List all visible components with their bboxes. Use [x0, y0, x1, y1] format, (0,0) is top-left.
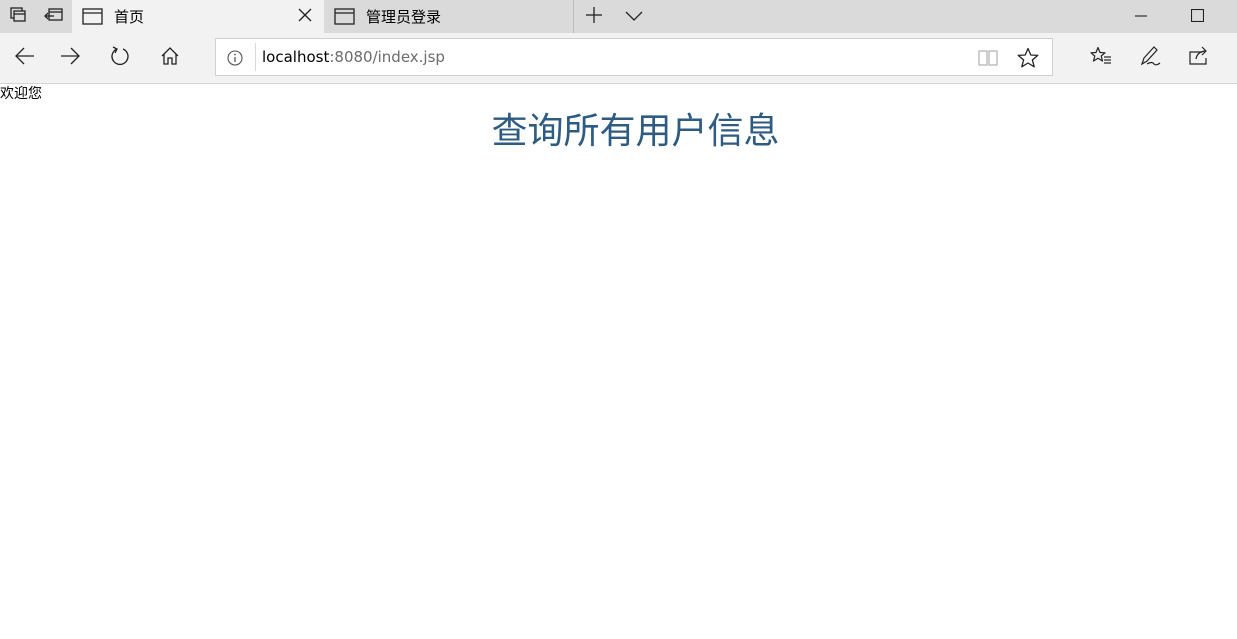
close-tab-button[interactable] — [290, 2, 320, 32]
forward-arrow-icon — [60, 47, 80, 69]
reading-view-icon[interactable] — [978, 48, 998, 68]
minimize-icon — [1135, 7, 1147, 26]
url-text[interactable]: localhost:8080/index.jsp — [262, 39, 445, 75]
url-host: localhost — [262, 48, 330, 66]
tab-admin-login[interactable]: 管理员登录 — [324, 0, 574, 33]
tab-page-icon — [334, 7, 356, 26]
tab-title: 首页 — [114, 8, 145, 26]
share-icon — [1188, 46, 1210, 70]
new-tab-icon — [585, 6, 603, 28]
welcome-text: 欢迎您 — [0, 86, 42, 102]
web-note-button[interactable] — [1125, 33, 1175, 83]
tab-manager-icon — [9, 6, 27, 28]
chevron-down-icon — [625, 7, 643, 26]
set-aside-tabs-icon — [44, 6, 64, 28]
tab-manager-button[interactable] — [0, 0, 36, 33]
favorites-hub-icon — [1090, 46, 1112, 70]
home-button[interactable] — [145, 33, 195, 83]
minimize-button[interactable] — [1113, 0, 1169, 33]
home-icon — [160, 46, 180, 70]
page-title: 查询所有用户信息 — [491, 111, 780, 152]
favorites-hub-button[interactable] — [1076, 33, 1126, 83]
pen-icon — [1139, 45, 1161, 71]
refresh-button[interactable] — [95, 33, 145, 83]
back-arrow-icon — [15, 47, 35, 69]
tab-strip: 首页 管理员登录 — [0, 0, 1237, 33]
tab-page-icon — [82, 7, 104, 26]
tab-preview-button[interactable] — [614, 0, 654, 33]
maximize-icon — [1190, 7, 1204, 26]
navigation-bar: localhost:8080/index.jsp — [0, 33, 1237, 84]
forward-button[interactable] — [45, 33, 95, 83]
share-button[interactable] — [1174, 33, 1224, 83]
address-separator — [255, 43, 256, 71]
tab-title: 管理员登录 — [366, 8, 442, 26]
maximize-button[interactable] — [1169, 0, 1225, 33]
address-bar[interactable]: localhost:8080/index.jsp — [215, 38, 1053, 76]
new-tab-button[interactable] — [574, 0, 614, 33]
refresh-icon — [110, 46, 130, 70]
favorite-star-icon[interactable] — [1017, 47, 1039, 69]
tab-actions — [574, 0, 654, 33]
url-path: :8080/index.jsp — [329, 48, 445, 66]
back-button[interactable] — [0, 33, 50, 83]
info-icon[interactable] — [226, 49, 244, 67]
close-icon — [298, 8, 312, 26]
tab-home[interactable]: 首页 — [72, 0, 324, 33]
set-aside-tabs-button[interactable] — [36, 0, 72, 33]
